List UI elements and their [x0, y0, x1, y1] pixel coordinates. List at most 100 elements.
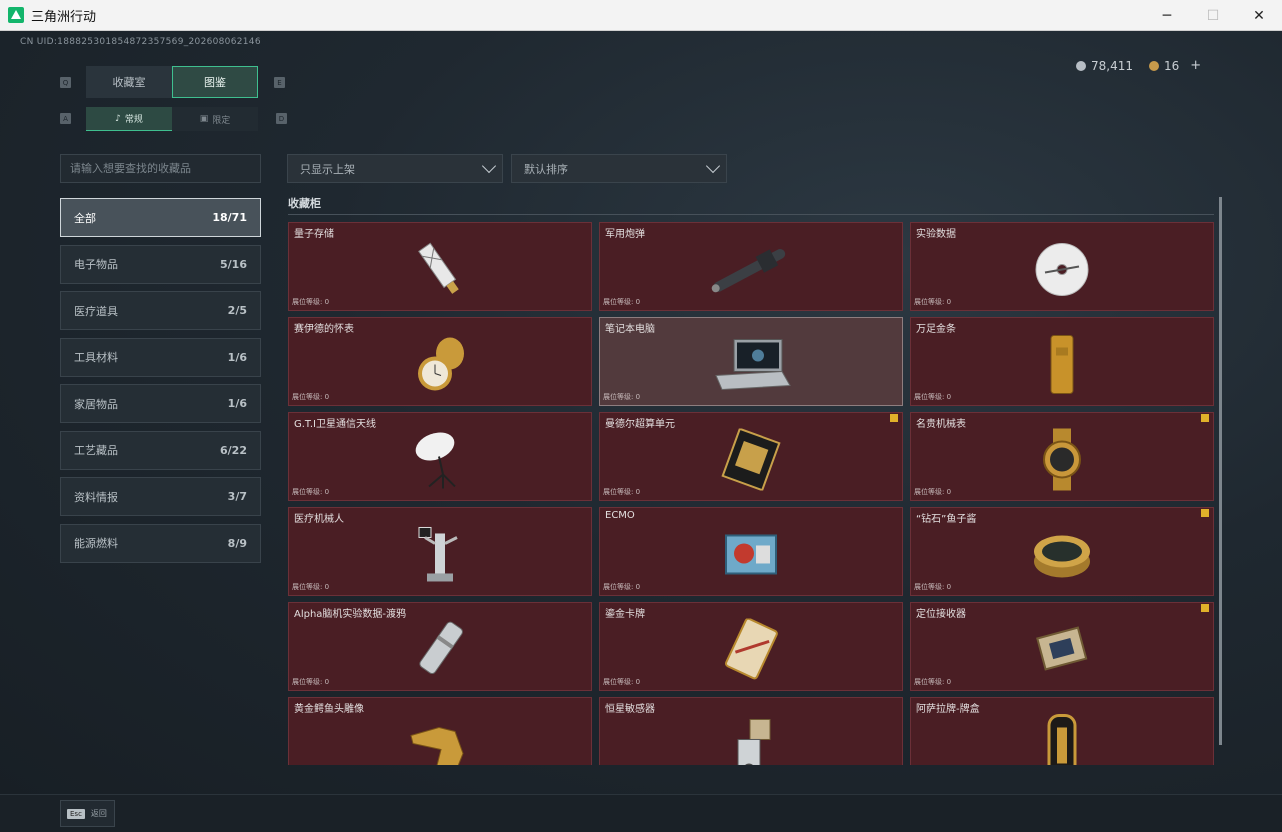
chevron-down-icon	[705, 158, 721, 174]
item-level: 展位等级: 0	[914, 298, 952, 306]
item-level: 展位等级: 0	[292, 393, 330, 401]
item-card[interactable]: 实验数据 展位等级: 0	[910, 222, 1214, 311]
chevron-down-icon	[481, 158, 497, 174]
grid-scrollbar[interactable]	[1219, 197, 1222, 745]
game-viewport: CN UID:1888253018548723575​69_2026080621…	[0, 31, 1282, 794]
category-intel[interactable]: 资料情报 3/7	[60, 477, 261, 516]
item-level: 展位等级: 0	[292, 583, 330, 591]
category-count: 8/9	[227, 536, 247, 550]
item-level: 展位等级: 0	[914, 583, 952, 591]
item-level: 展位等级: 0	[603, 678, 641, 686]
close-button[interactable]: ✕	[1236, 0, 1282, 31]
back-button[interactable]: Esc 返回	[60, 800, 115, 827]
tab-limited[interactable]: ▣ 限定	[172, 107, 258, 131]
item-level: 展位等级: 0	[914, 488, 952, 496]
new-badge-icon	[890, 414, 898, 422]
category-medical[interactable]: 医疗道具 2/5	[60, 291, 261, 330]
new-badge-icon	[1201, 604, 1209, 612]
quantum-storage-icon	[418, 242, 459, 294]
item-name: 笔记本电脑	[605, 324, 655, 335]
sort-dropdown[interactable]: 默认排序	[511, 154, 727, 183]
item-card[interactable]: “钻石”鱼子酱 展位等级: 0	[910, 507, 1214, 596]
item-level: 展位等级: 0	[914, 678, 952, 686]
category-all[interactable]: 全部 18/71	[60, 198, 261, 237]
tab-regular[interactable]: ♪ 常规	[86, 107, 172, 131]
maximize-button[interactable]: ☐	[1190, 0, 1236, 31]
tab-collection-room[interactable]: 收藏室	[86, 66, 172, 98]
search-input[interactable]	[60, 154, 261, 183]
footer-bar: Esc 返回	[0, 794, 1282, 832]
category-count: 2/5	[227, 304, 247, 317]
item-name: 恒星敏感器	[605, 704, 655, 715]
category-list: 全部 18/71 电子物品 5/16 医疗道具 2/5 工具材料 1/6 家居物…	[60, 198, 261, 570]
item-card[interactable]: 定位接收器 展位等级: 0	[910, 602, 1214, 691]
item-card[interactable]: 量子存储 展位等级: 0	[288, 222, 592, 311]
window-title: 三角洲行动	[31, 9, 97, 25]
item-card[interactable]: 阿萨拉牌-牌盒 展位等级: 0	[910, 697, 1214, 765]
silver-amount: 78,411	[1091, 58, 1133, 73]
category-energy[interactable]: 能源燃料 8/9	[60, 523, 261, 563]
item-card[interactable]: 医疗机械人 展位等级: 0	[288, 507, 592, 596]
item-name: 万足金条	[916, 324, 956, 335]
gold-currency[interactable]: 16 +	[1149, 58, 1201, 73]
item-name: 赛伊德的怀表	[294, 324, 354, 335]
limited-icon: ▣	[199, 114, 209, 124]
item-level: 展位等级: 0	[603, 488, 641, 496]
item-name: “钻石”鱼子酱	[916, 514, 977, 525]
sort-value: 默认排序	[524, 162, 568, 176]
item-name: Alpha脑机实验数据-渡鸦	[294, 609, 407, 620]
artillery-shell-icon	[711, 248, 786, 292]
collection-grid-viewport[interactable]: 量子存储 展位等级: 0 军用炮弹 展位等级: 0 实验数据 展位等级: 0 赛…	[288, 222, 1214, 765]
item-card[interactable]: Alpha脑机实验数据-渡鸦 展位等级: 0	[288, 602, 592, 691]
item-card[interactable]: G.T.I卫星通信天线 展位等级: 0	[288, 412, 592, 501]
item-card[interactable]: 鎏金卡牌 展位等级: 0	[599, 602, 903, 691]
item-level: 展位等级: 0	[603, 583, 641, 591]
new-badge-icon	[1201, 509, 1209, 517]
title-bar: 三角洲行动 ─ ☐ ✕	[0, 0, 1282, 31]
item-card[interactable]: 曼德尔超算单元 展位等级: 0	[599, 412, 903, 501]
section-divider	[288, 214, 1214, 215]
star-sensor-icon	[737, 718, 771, 765]
shelf-filter-dropdown[interactable]: 只显示上架	[287, 154, 503, 183]
item-card[interactable]: 恒星敏感器 展位等级: 0	[599, 697, 903, 765]
item-card[interactable]: 赛伊德的怀表 展位等级: 0	[288, 317, 592, 406]
category-tools[interactable]: 工具材料 1/6	[60, 337, 261, 377]
new-badge-icon	[1201, 414, 1209, 422]
item-card[interactable]: 万足金条 展位等级: 0	[910, 317, 1214, 406]
ecmo-machine-icon	[725, 533, 777, 574]
window-controls: ─ ☐ ✕	[1144, 0, 1282, 31]
item-level: 展位等级: 0	[914, 393, 952, 401]
caviar-tin-icon	[1034, 534, 1090, 577]
tab-catalog[interactable]: 图鉴	[172, 66, 258, 98]
item-name: 鎏金卡牌	[605, 609, 645, 620]
category-electronics[interactable]: 电子物品 5/16	[60, 244, 261, 284]
silver-coin-icon	[1076, 60, 1086, 71]
item-card[interactable]: 名贵机械表 展位等级: 0	[910, 412, 1214, 501]
collection-grid: 量子存储 展位等级: 0 军用炮弹 展位等级: 0 实验数据 展位等级: 0 赛…	[288, 222, 1214, 765]
section-title: 收藏柜	[288, 197, 321, 210]
key-hint-d: D	[276, 113, 287, 124]
key-hint-a: A	[60, 113, 71, 124]
category-household[interactable]: 家居物品 1/6	[60, 384, 261, 423]
item-name: 医疗机械人	[294, 514, 344, 525]
item-name: 定位接收器	[916, 609, 966, 620]
category-count: 1/6	[227, 350, 247, 364]
item-level: 展位等级: 0	[603, 393, 641, 401]
category-crafts[interactable]: 工艺藏品 6/22	[60, 430, 261, 470]
item-level: 展位等级: 0	[292, 678, 330, 686]
item-name: 曼德尔超算单元	[605, 419, 675, 430]
add-currency-button[interactable]: +	[1190, 58, 1201, 73]
item-card[interactable]: 军用炮弹 展位等级: 0	[599, 222, 903, 311]
minimize-button[interactable]: ─	[1144, 0, 1190, 31]
satellite-antenna-icon	[415, 431, 456, 488]
back-label: 返回	[90, 809, 107, 818]
item-name: 量子存储	[294, 229, 334, 240]
category-count: 5/16	[220, 257, 247, 271]
gold-amount: 16	[1164, 58, 1180, 73]
app-logo-icon	[8, 7, 24, 23]
item-card[interactable]: ECMO 展位等级: 0	[599, 507, 903, 596]
laptop-icon	[715, 338, 791, 390]
regular-icon: ♪	[115, 113, 121, 124]
item-card[interactable]: 黄金鳄鱼头雕像 展位等级: 0	[288, 697, 592, 765]
item-card[interactable]: 笔记本电脑 展位等级: 0	[599, 317, 903, 406]
